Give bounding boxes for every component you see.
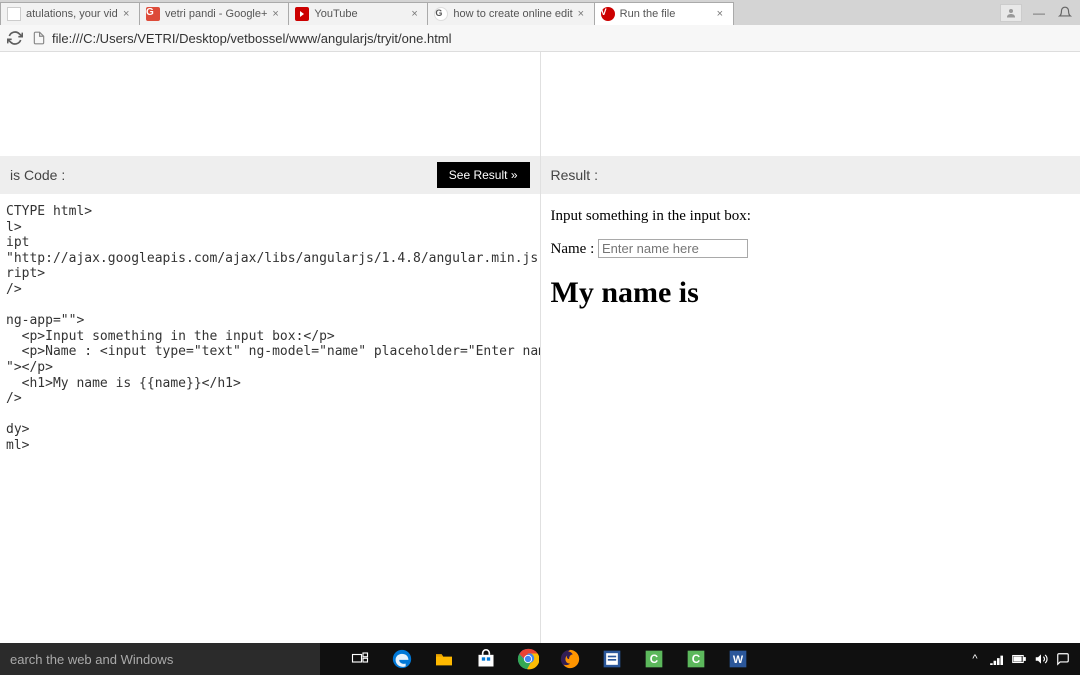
svg-text:C: C: [692, 653, 701, 666]
app-icon-1[interactable]: [592, 643, 632, 675]
result-column: Result : Input something in the input bo…: [541, 52, 1080, 643]
name-label: Name :: [551, 241, 595, 257]
gplus-icon: G: [146, 7, 160, 21]
minimize-button[interactable]: —: [1030, 5, 1048, 21]
word-icon[interactable]: W: [718, 643, 758, 675]
google-icon: G: [434, 7, 448, 21]
close-icon[interactable]: ×: [717, 9, 727, 19]
close-icon[interactable]: ×: [411, 9, 421, 19]
system-tray: ^: [968, 652, 1080, 666]
firefox-icon[interactable]: [550, 643, 590, 675]
window-controls: —: [1000, 0, 1080, 25]
tray-chevron-icon[interactable]: ^: [968, 652, 982, 666]
edge-icon[interactable]: [382, 643, 422, 675]
site-icon: V: [601, 7, 615, 21]
notifications-icon[interactable]: [1056, 5, 1074, 21]
profile-avatar[interactable]: [1000, 4, 1022, 22]
browser-tab-strip: atulations, your vid × G vetri pandi - G…: [0, 0, 1080, 25]
svg-text:C: C: [650, 653, 659, 666]
store-icon[interactable]: [466, 643, 506, 675]
task-view-icon[interactable]: [340, 643, 380, 675]
camtasia-icon[interactable]: C: [634, 643, 674, 675]
action-center-icon[interactable]: [1056, 652, 1070, 666]
browser-tab-active[interactable]: V Run the file ×: [594, 2, 734, 25]
name-input[interactable]: [598, 239, 748, 258]
taskbar-search[interactable]: earch the web and Windows: [0, 643, 320, 675]
url-box[interactable]: file:///C:/Users/VETRI/Desktop/vetbossel…: [32, 31, 1074, 46]
tab-title: YouTube: [314, 8, 406, 20]
url-text: file:///C:/Users/VETRI/Desktop/vetbossel…: [52, 31, 452, 46]
youtube-icon: [295, 7, 309, 21]
camtasia-icon-2[interactable]: C: [676, 643, 716, 675]
browser-tab[interactable]: G how to create online edit ×: [427, 2, 594, 25]
close-icon[interactable]: ×: [272, 9, 282, 19]
result-heading: My name is: [551, 276, 1071, 310]
result-area: Input something in the input box: Name :…: [541, 194, 1080, 324]
reload-button[interactable]: [6, 29, 24, 47]
browser-tab[interactable]: G vetri pandi - Google+ ×: [139, 2, 289, 25]
result-prompt: Input something in the input box:: [551, 208, 1071, 225]
file-icon: [32, 31, 46, 45]
code-header-label: is Code :: [10, 167, 65, 183]
browser-tab[interactable]: atulations, your vid ×: [0, 2, 140, 25]
page-content: is Code : See Result » CTYPE html> l> ip…: [0, 52, 1080, 643]
volume-icon[interactable]: [1034, 652, 1048, 666]
browser-tab[interactable]: YouTube ×: [288, 2, 428, 25]
file-explorer-icon[interactable]: [424, 643, 464, 675]
see-result-button[interactable]: See Result »: [437, 162, 530, 188]
chrome-icon[interactable]: [508, 643, 548, 675]
tab-title: atulations, your vid: [26, 8, 118, 20]
close-icon[interactable]: ×: [578, 9, 588, 19]
address-bar: file:///C:/Users/VETRI/Desktop/vetbossel…: [0, 25, 1080, 52]
svg-text:W: W: [733, 654, 744, 666]
tab-title: Run the file: [620, 8, 712, 20]
result-header-label: Result :: [551, 167, 598, 183]
tab-title: how to create online edit: [453, 8, 572, 20]
code-editor[interactable]: CTYPE html> l> ipt "http://ajax.googleap…: [0, 194, 540, 464]
windows-taskbar: earch the web and Windows C C W: [0, 643, 1080, 675]
network-icon[interactable]: [990, 652, 1004, 666]
close-icon[interactable]: ×: [123, 9, 133, 19]
favicon-generic: [7, 7, 21, 21]
name-row: Name :: [551, 239, 1071, 258]
result-header: Result :: [541, 156, 1080, 194]
code-header: is Code : See Result »: [0, 156, 540, 194]
tab-title: vetri pandi - Google+: [165, 8, 267, 20]
taskbar-apps: C C W: [340, 643, 758, 675]
code-column: is Code : See Result » CTYPE html> l> ip…: [0, 52, 541, 643]
battery-icon[interactable]: [1012, 652, 1026, 666]
search-placeholder: earch the web and Windows: [10, 652, 173, 667]
